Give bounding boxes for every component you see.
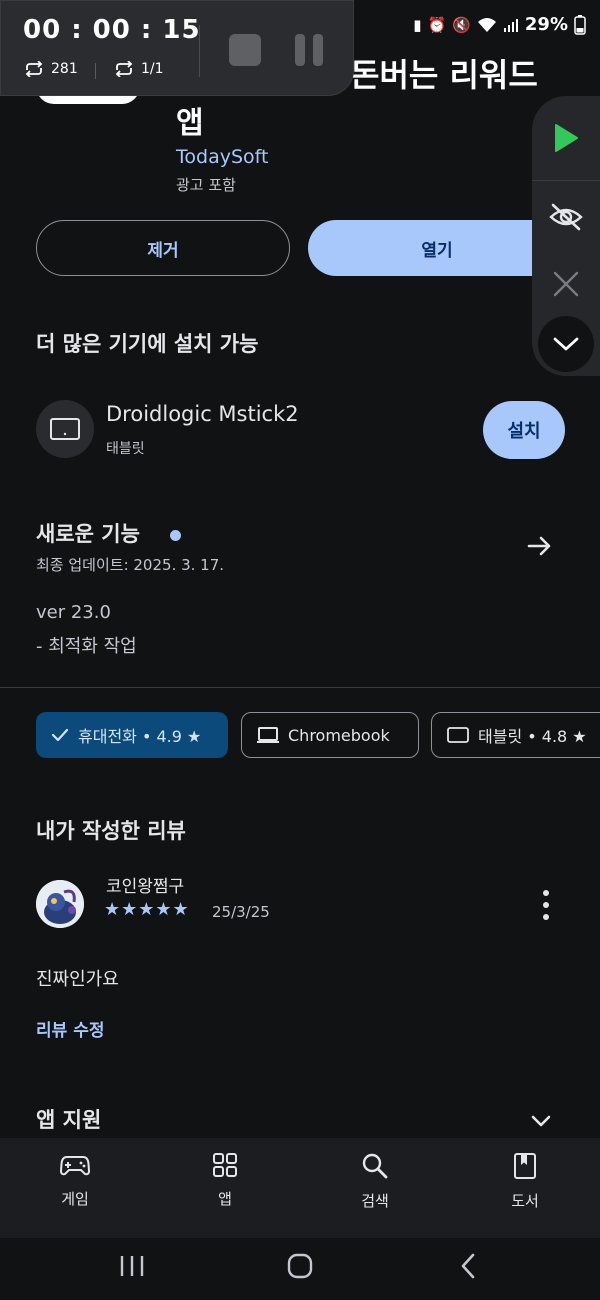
battery-icon (574, 14, 586, 35)
chip-tablet-label: 태블릿 • 4.8 ★ (478, 727, 587, 746)
play-button[interactable] (532, 122, 600, 154)
repeat-one-icon (115, 61, 133, 77)
chevron-down-icon (553, 337, 579, 351)
play-icon (555, 124, 578, 152)
separator (199, 25, 200, 77)
search-icon (362, 1153, 388, 1179)
avatar (36, 880, 84, 928)
new-indicator-dot (170, 530, 181, 541)
nav-apps-label: 앱 (218, 1190, 232, 1208)
chip-chromebook[interactable]: Chromebook (241, 712, 419, 758)
ads-notice: 광고 포함 (176, 176, 236, 194)
recording-time: 00 : 00 : 15 (23, 15, 201, 45)
eye-off-icon (549, 203, 583, 231)
signal-icon (503, 18, 518, 32)
chip-phone[interactable]: 휴대전화 • 4.9 ★ (36, 712, 228, 758)
close-button[interactable] (532, 270, 600, 298)
chip-tablet[interactable]: 태블릿 • 4.8 ★ (431, 712, 600, 758)
review-text: 진짜인가요 (36, 969, 119, 990)
chip-phone-label: 휴대전화 • 4.9 ★ (78, 727, 202, 746)
tablet-icon (447, 727, 469, 743)
collapse-panel-button[interactable] (538, 316, 594, 372)
edit-review-link[interactable]: 리뷰 수정 (36, 1016, 104, 1041)
screen-recorder-panel[interactable]: 00 : 00 : 15 281 1/1 (0, 0, 354, 96)
recent-apps-icon[interactable] (118, 1254, 146, 1278)
more-options-icon[interactable] (536, 890, 556, 920)
star-rating: ★★★★★ (104, 899, 190, 920)
stop-recording-button[interactable] (229, 34, 261, 66)
more-devices-title: 더 많은 기기에 설치 가능 (36, 332, 259, 356)
chevron-down-icon[interactable] (528, 1108, 554, 1134)
nav-search[interactable]: 검색 (325, 1152, 425, 1211)
nav-games-label: 게임 (61, 1190, 89, 1208)
loop-count-value: 281 (51, 61, 78, 77)
floating-side-panel (532, 96, 600, 376)
apps-grid-icon (213, 1153, 237, 1177)
last-update: 최종 업데이트: 2025. 3. 17. (36, 556, 225, 574)
app-title-continued: 앱 (176, 106, 204, 141)
loop-count: 281 (23, 61, 78, 77)
gamepad-icon (60, 1156, 90, 1176)
whats-new-title[interactable]: 새로운 기능 (36, 518, 140, 548)
battery-level: 29% (524, 14, 568, 35)
system-navigation-bar (0, 1238, 600, 1300)
pause-recording-button[interactable] (293, 34, 325, 66)
close-icon (553, 271, 579, 297)
check-icon (51, 728, 69, 742)
separator (532, 180, 600, 181)
hide-button[interactable] (532, 202, 600, 232)
review-date: 25/3/25 (212, 903, 270, 921)
nav-books-label: 도서 (511, 1192, 539, 1210)
app-title: 돈버는 리워드 (350, 56, 538, 94)
battery-saver-icon: ▮ (413, 15, 422, 34)
device-name: Droidlogic Mstick2 (106, 402, 299, 426)
reviewer-name: 코인왕쩜구 (106, 877, 185, 897)
status-bar: ▮ ⏰ 🔇 29% (413, 14, 586, 35)
changelog-text: - 최적화 작업 (36, 636, 137, 657)
version-text: ver 23.0 (36, 602, 111, 623)
loop-ratio: 1/1 (113, 61, 164, 77)
laptop-icon (257, 727, 279, 743)
open-button[interactable]: 열기 (308, 220, 566, 276)
install-button[interactable]: 설치 (483, 401, 565, 459)
separator (95, 63, 96, 79)
device-avatar (36, 400, 94, 458)
chip-chromebook-label: Chromebook (288, 725, 390, 745)
loop-ratio-value: 1/1 (141, 61, 164, 77)
repeat-icon (25, 61, 43, 77)
bottom-navigation: 게임 앱 검색 도서 (0, 1138, 600, 1238)
book-icon (514, 1153, 536, 1179)
device-type: 태블릿 (106, 441, 145, 457)
home-icon[interactable] (287, 1253, 313, 1279)
wifi-icon (477, 17, 496, 32)
mute-icon: 🔇 (452, 15, 471, 34)
back-icon[interactable] (458, 1252, 478, 1280)
nav-games[interactable]: 게임 (25, 1152, 125, 1209)
developer-link[interactable]: TodaySoft (176, 146, 268, 168)
tablet-icon (50, 418, 80, 440)
my-review-title: 내가 작성한 리뷰 (36, 819, 186, 843)
arrow-right-icon[interactable] (524, 530, 556, 562)
app-support-title[interactable]: 앱 지원 (36, 1104, 101, 1134)
nav-books[interactable]: 도서 (475, 1152, 575, 1211)
divider (0, 687, 600, 688)
nav-apps[interactable]: 앱 (175, 1152, 275, 1209)
nav-search-label: 검색 (361, 1192, 389, 1210)
remove-button[interactable]: 제거 (36, 220, 290, 276)
alarm-icon: ⏰ (427, 15, 447, 34)
